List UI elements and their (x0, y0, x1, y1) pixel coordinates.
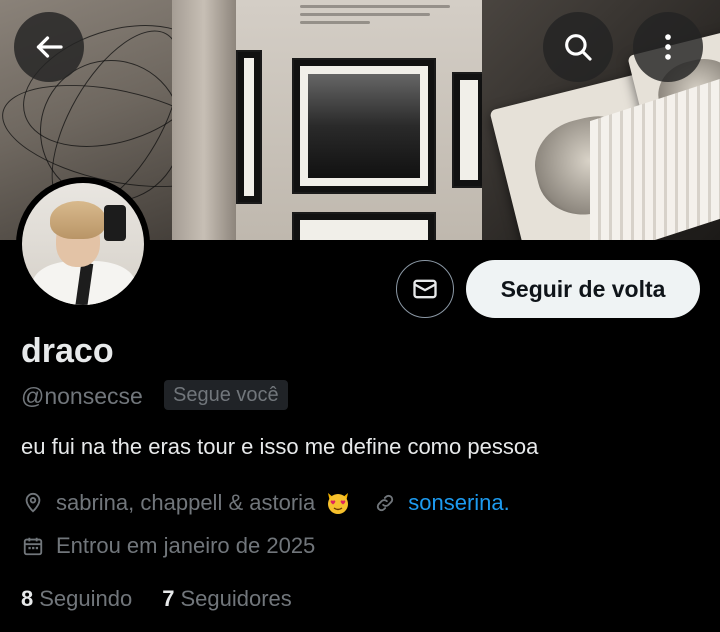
banner-framed-photo (236, 50, 262, 204)
envelope-icon (413, 279, 437, 299)
profile-location: sabrina, chappell & astoria (56, 490, 316, 515)
avatar-photo (22, 183, 144, 305)
profile-website-link[interactable]: sonserina. (408, 488, 510, 518)
avatar[interactable] (16, 177, 150, 311)
profile-meta-joined-row: Entrou em janeiro de 2025 (21, 531, 315, 561)
display-name: draco (21, 332, 114, 370)
calendar-icon (21, 534, 45, 558)
followers-link[interactable]: 7 Seguidores (162, 584, 292, 614)
banner-placard (300, 0, 470, 60)
link-icon (373, 491, 397, 515)
banner-framed-photo (292, 58, 436, 194)
following-label: Seguindo (39, 586, 133, 611)
search-icon (565, 34, 592, 61)
more-vertical-icon (665, 34, 671, 60)
message-button[interactable] (396, 260, 454, 318)
user-handle: @nonsecse (21, 383, 143, 409)
heart-eyes-cat-emoji (328, 493, 349, 514)
back-button[interactable] (14, 12, 84, 82)
followers-label: Seguidores (180, 586, 292, 611)
following-count: 8 (21, 586, 34, 611)
profile-meta-location-row: sabrina, chappell & astoria sonserina. (21, 488, 510, 518)
profile-joined-date: Entrou em janeiro de 2025 (56, 533, 316, 558)
banner-framed-photo (292, 212, 436, 240)
profile-bio: eu fui na the eras tour e isso me define… (21, 434, 539, 459)
banner-pillar (172, 0, 236, 240)
more-options-button[interactable] (633, 12, 703, 82)
following-link[interactable]: 8 Seguindo (21, 584, 132, 614)
follows-you-badge: Segue você (164, 380, 288, 410)
location-pin-icon (21, 491, 45, 515)
followers-count: 7 (162, 586, 175, 611)
banner-framed-photo (452, 72, 486, 188)
search-button[interactable] (543, 12, 613, 82)
follow-back-button[interactable]: Seguir de volta (466, 260, 700, 318)
arrow-left-icon (36, 36, 63, 58)
profile-stats: 8 Seguindo 7 Seguidores (21, 584, 322, 614)
